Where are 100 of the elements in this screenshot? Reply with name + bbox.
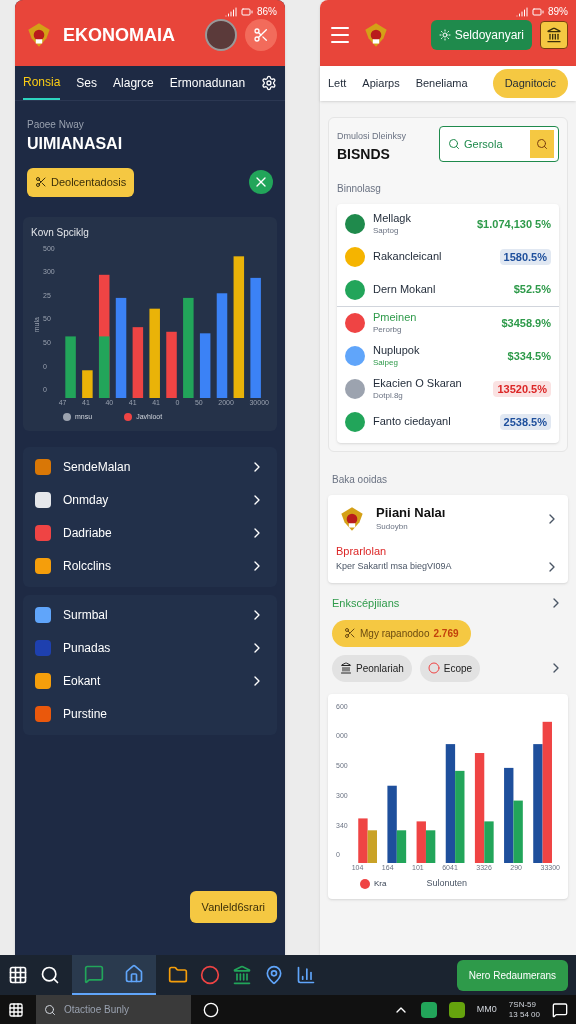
- list-row[interactable]: Ekacien O Skaran Dotpl.8g 13520.5%: [337, 372, 559, 406]
- avatar[interactable]: [205, 19, 237, 51]
- menu-item[interactable]: SendeMalan: [23, 450, 277, 484]
- signal-icon: [225, 5, 237, 18]
- pin-icon[interactable]: [264, 965, 284, 985]
- folder-icon[interactable]: [168, 965, 188, 985]
- search-button[interactable]: [530, 130, 554, 158]
- menu-item[interactable]: Surmbal: [23, 598, 277, 632]
- battery-icon: [241, 5, 253, 18]
- item-name: Mellagk: [373, 212, 412, 226]
- item-name: Fanto ciedayanl: [373, 415, 452, 429]
- menu-item[interactable]: Dadriabe: [23, 516, 277, 550]
- chat-icon: [84, 964, 104, 984]
- item-name: Rakancleicanl: [373, 250, 443, 264]
- item-name: Ekacien O Skaran: [373, 377, 463, 391]
- bar: [367, 829, 377, 863]
- tab[interactable]: Ronsia: [23, 66, 61, 100]
- heading: UIMIANASAI: [27, 134, 124, 154]
- tab[interactable]: Beneliama: [415, 75, 468, 92]
- notification-icon[interactable]: [552, 1001, 568, 1018]
- filter-chip[interactable]: Peonlariah: [332, 654, 412, 682]
- clock-time: 7SN-59: [508, 999, 537, 1010]
- tab[interactable]: Dagnitocic: [492, 69, 568, 98]
- tab[interactable]: Alagrce: [113, 66, 154, 100]
- profile-name: Piiani Nalaı: [376, 505, 447, 522]
- scissors-icon: [344, 627, 356, 639]
- list-label: Binnolasg: [337, 181, 382, 196]
- menu-item[interactable]: Onmday: [23, 483, 277, 517]
- clock-date: 13 54 00: [508, 1009, 540, 1020]
- promo-button[interactable]: Mgy rapanodoo 2.769: [332, 619, 471, 647]
- sun-icon: [438, 29, 451, 41]
- list-row[interactable]: Pmeinen Perorbg $3458.9%: [337, 306, 559, 340]
- signal-icon: [516, 5, 528, 18]
- item-icon: [345, 214, 365, 234]
- bank-icon: [340, 662, 352, 674]
- record-icon: [427, 662, 440, 674]
- legend-label: Kra: [374, 877, 387, 890]
- item-name: Dern Mokanl: [373, 282, 437, 297]
- battery-icon: [532, 5, 544, 18]
- item-icon: [345, 379, 365, 399]
- filter-chip[interactable]: Ecope: [419, 654, 481, 682]
- subtitle: Dmulosi Dleinksy: [337, 130, 407, 143]
- windows-icon[interactable]: [8, 1001, 24, 1018]
- bar: [425, 829, 435, 863]
- tab[interactable]: Ermonadunan: [169, 66, 246, 100]
- bar: [357, 817, 368, 863]
- app-title: EKONOMAIA: [63, 24, 176, 47]
- item-name: Pmeinen: [373, 311, 418, 325]
- chart-title: Kovn Spciklg: [31, 225, 90, 240]
- item-value: $3458.9%: [501, 315, 551, 331]
- menu-item[interactable]: Punadas: [23, 631, 277, 665]
- item-sub: Dotpl.8g: [373, 390, 404, 401]
- item-icon: [345, 247, 365, 267]
- search-icon: [448, 138, 460, 150]
- list-row[interactable]: Rakancleicanl 1580.5%: [337, 240, 559, 274]
- item-value: $1.074,130 5%: [477, 216, 551, 232]
- battery-percentage: 89%: [548, 5, 568, 19]
- header-button[interactable]: Seldoyanyari: [430, 20, 532, 50]
- tab[interactable]: Apiarps: [362, 75, 400, 92]
- tray-app-icon[interactable]: [448, 1001, 465, 1018]
- item-icon: [345, 346, 365, 366]
- subtitle: Paoee Nway: [27, 118, 85, 132]
- search-field[interactable]: Gersola: [439, 126, 559, 162]
- chart-caption: Sulonuten: [426, 877, 467, 890]
- scissors-icon: [253, 27, 269, 43]
- heading: BISNDS: [337, 144, 391, 164]
- bar: [165, 331, 177, 398]
- settings-icon[interactable]: [261, 75, 277, 91]
- taskbar-search-field[interactable]: Otactioe Bunly: [36, 995, 191, 1024]
- menu-item[interactable]: Purstine: [23, 697, 277, 731]
- list-row[interactable]: Fanto ciedayanl 2538.5%: [337, 405, 559, 439]
- battery-percentage: 86%: [257, 5, 277, 19]
- pinned-button[interactable]: Nero Redaumerans: [456, 959, 568, 991]
- tab[interactable]: Lett: [328, 75, 347, 92]
- close-button[interactable]: [249, 170, 273, 195]
- list-row[interactable]: Nuplupok Saipeg $334.5%: [337, 339, 559, 373]
- alert-title: Bprarlolan: [336, 543, 388, 559]
- item-sub: Perorbg: [373, 324, 403, 335]
- bottom-action-button[interactable]: Vanleld6srari: [189, 890, 277, 923]
- list-row[interactable]: Dern Mokanl $52.5%: [337, 273, 559, 307]
- item-value: 13520.5%: [493, 380, 551, 398]
- menu-item[interactable]: Eokant: [23, 664, 277, 698]
- scissors-button[interactable]: [245, 19, 277, 51]
- search-icon[interactable]: [40, 965, 60, 985]
- bar: [65, 335, 76, 398]
- tray-app-icon[interactable]: [420, 1001, 437, 1018]
- grid-icon[interactable]: [8, 965, 28, 985]
- menu-item[interactable]: Rolcclins: [23, 549, 277, 583]
- item-value: $334.5%: [507, 348, 551, 364]
- action-button[interactable]: Deolcentadosis: [27, 168, 135, 197]
- promo-value: 2.769: [433, 626, 459, 641]
- bar: [81, 369, 93, 398]
- profile-sub: Sudoybn: [376, 521, 409, 532]
- list-row[interactable]: Mellagk Saptog $1.074,130 5%: [337, 207, 559, 241]
- active-app-group[interactable]: [72, 955, 156, 995]
- chart-icon[interactable]: [296, 965, 316, 985]
- search-icon: [44, 1004, 56, 1016]
- tray-text: MM0: [476, 1002, 497, 1016]
- bar: [199, 332, 211, 398]
- tab[interactable]: Ses: [76, 66, 98, 100]
